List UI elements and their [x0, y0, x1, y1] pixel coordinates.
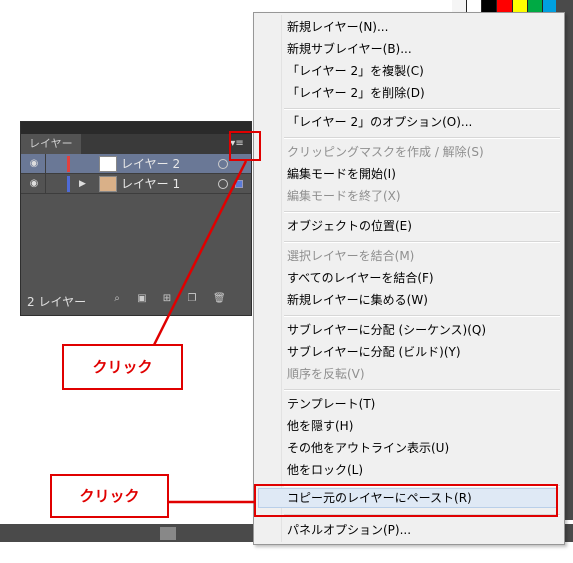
callout-click-1: クリック: [62, 344, 183, 390]
callout-click-2: クリック: [50, 474, 169, 518]
callout-line-1: [152, 160, 248, 346]
